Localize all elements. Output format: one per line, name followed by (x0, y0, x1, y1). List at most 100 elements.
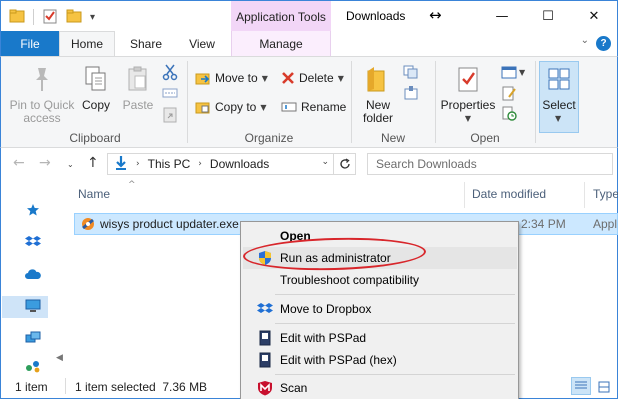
select-button[interactable]: Select ▼ (539, 61, 579, 133)
navigation-pane (0, 180, 48, 375)
search-input[interactable]: Search Downloads (367, 153, 613, 175)
up-arrow-icon[interactable]: ↑ (87, 155, 99, 171)
dropbox-icon (257, 301, 273, 317)
menu-item-run-as-administrator-label: Run as administrator (280, 251, 391, 265)
select-icon (548, 68, 570, 93)
quick-access-star-icon[interactable] (25, 202, 41, 218)
copy-to-label: Copy to (215, 100, 257, 114)
tab-share[interactable]: Share (119, 31, 173, 56)
tab-home[interactable]: Home (59, 31, 115, 56)
file-name: wisys product updater.exe (100, 217, 239, 231)
new-folder-button[interactable]: New folder (355, 63, 401, 125)
menu-item-run-as-administrator[interactable]: Run as administrator (243, 247, 517, 269)
properties-label: Properties (440, 98, 496, 112)
address-row: ← → ⌄ ↑ › This PC › Downloads ⌄ Search D… (0, 148, 618, 180)
new-folder-label: New folder (362, 98, 394, 125)
back-arrow-icon[interactable]: ← (13, 155, 25, 171)
history-icon[interactable] (501, 105, 517, 121)
homegroup-icon[interactable] (25, 358, 41, 374)
group-separator (535, 61, 536, 143)
menu-item-troubleshoot-label: Troubleshoot compatibility (280, 273, 419, 287)
large-icons-view-button[interactable] (595, 378, 613, 395)
breadcrumb-downloads[interactable]: Downloads (210, 157, 269, 171)
new-item-icon[interactable] (403, 63, 419, 81)
scroll-left-arrow-icon[interactable]: ◀ (56, 353, 63, 363)
customize-qat-dropdown[interactable]: ▾ (90, 12, 95, 23)
pin-to-quick-access-button[interactable]: Pin to Quick access (5, 63, 79, 125)
properties-qat-icon[interactable] (42, 8, 58, 27)
tab-manage[interactable]: Manage (231, 31, 331, 56)
new-folder-qat-icon[interactable] (66, 9, 82, 26)
close-button[interactable]: ✕ (571, 1, 617, 32)
forward-arrow-icon[interactable]: → (39, 155, 51, 171)
move-cursor-icon: ↔ (429, 6, 442, 24)
copy-path-icon[interactable] (162, 85, 178, 101)
paste-icon (122, 63, 154, 95)
qat-separator (33, 9, 34, 25)
move-to-icon (195, 73, 210, 85)
edit-icon[interactable] (501, 85, 517, 101)
breadcrumb-this-pc[interactable]: This PC (148, 157, 191, 171)
menu-item-edit-with-pspad[interactable]: Edit with PSPad (243, 327, 517, 349)
copy-to-button[interactable]: Copy to ▼ (195, 98, 267, 116)
recent-locations-icon[interactable]: ⌄ (67, 160, 74, 169)
quick-access-toolbar: ▾ (9, 7, 95, 27)
downloads-folder-icon (114, 155, 128, 174)
column-header-type[interactable]: Type (593, 187, 618, 201)
menu-item-troubleshoot-compatibility[interactable]: Troubleshoot compatibility (243, 269, 517, 291)
network-icon[interactable] (25, 330, 41, 346)
menu-item-open-label: Open (280, 229, 311, 243)
delete-label: Delete (299, 71, 334, 85)
move-to-button[interactable]: Move to ▼ (195, 69, 268, 87)
move-to-dropdown-icon: ▼ (261, 73, 268, 83)
maximize-button[interactable]: ☐ (525, 1, 571, 32)
refresh-button[interactable] (333, 154, 355, 174)
dropbox-icon[interactable] (25, 234, 41, 250)
menu-item-edit-with-pspad-label: Edit with PSPad (280, 331, 367, 345)
paste-button[interactable]: Paste (118, 63, 158, 112)
delete-icon (282, 72, 294, 84)
details-view-button[interactable] (571, 377, 591, 395)
ribbon-tabs: File Home Share View Manage ⌄ ? (0, 31, 618, 56)
open-with-button[interactable]: ▼ (501, 63, 527, 81)
this-pc-icon[interactable] (25, 298, 41, 314)
menu-item-open[interactable]: Open (243, 225, 517, 247)
copy-button[interactable]: Copy (77, 63, 115, 112)
minimize-button[interactable]: — (479, 1, 525, 32)
menu-item-move-to-dropbox-label: Move to Dropbox (280, 302, 372, 316)
address-history-dropdown-icon[interactable]: ⌄ (321, 157, 329, 167)
menu-item-scan[interactable]: Scan (243, 377, 517, 399)
address-bar[interactable]: › This PC › Downloads ⌄ (107, 153, 356, 175)
cut-icon[interactable] (162, 63, 178, 81)
onedrive-icon[interactable] (25, 266, 41, 282)
menu-item-scan-label: Scan (280, 381, 308, 395)
column-header-name[interactable]: Name (78, 187, 110, 201)
title-bar: ▾ Application Tools Downloads ↔ — ☐ ✕ (0, 0, 618, 32)
tab-file[interactable]: File (1, 31, 59, 56)
tab-view[interactable]: View (175, 31, 229, 56)
copy-icon (80, 63, 112, 95)
properties-button[interactable]: Properties ▼ (439, 63, 497, 125)
delete-button[interactable]: Delete ▼ (281, 69, 344, 87)
help-button[interactable]: ? (596, 36, 611, 51)
group-separator (351, 61, 352, 143)
ribbon: Pin to Quick access Copy Paste Clipboard… (0, 56, 618, 148)
search-placeholder: Search Downloads (376, 157, 477, 171)
explorer-window-icon[interactable] (9, 9, 25, 26)
menu-separator (275, 294, 515, 295)
copy-label: Copy (81, 98, 110, 112)
menu-item-edit-with-pspad-hex[interactable]: Edit with PSPad (hex) (243, 349, 517, 371)
sort-indicator-icon: ^ (128, 180, 136, 190)
rename-button[interactable]: Rename (281, 98, 346, 116)
refresh-icon (339, 158, 350, 169)
copy-to-icon (195, 102, 210, 114)
column-header-date-modified[interactable]: Date modified (472, 187, 546, 201)
menu-separator (275, 323, 515, 324)
menu-item-edit-with-pspad-hex-label: Edit with PSPad (hex) (280, 353, 397, 367)
menu-item-move-to-dropbox[interactable]: Move to Dropbox (243, 298, 517, 320)
properties-dropdown-icon: ▼ (464, 114, 472, 123)
expand-ribbon-icon[interactable]: ⌄ (581, 35, 589, 46)
paste-shortcut-icon[interactable] (162, 105, 178, 123)
easy-access-icon[interactable] (403, 85, 419, 103)
file-date-modified: 2:34 PM (521, 217, 566, 231)
